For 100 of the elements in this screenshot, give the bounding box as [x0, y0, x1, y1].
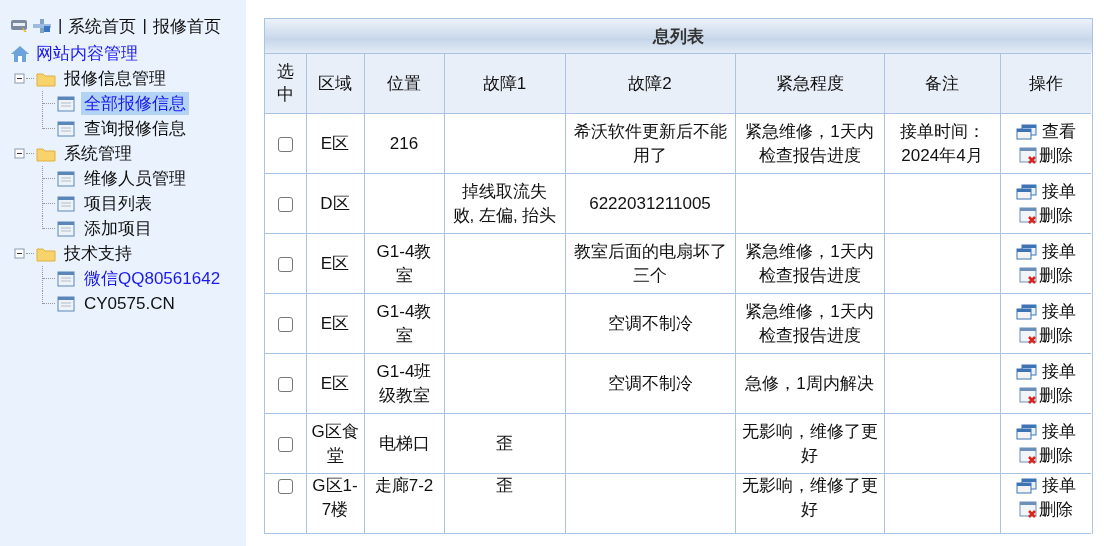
- fault-cell: 空调不制冷: [607, 373, 693, 393]
- fault-cell: 6222031211005: [589, 193, 711, 213]
- action-link[interactable]: 接单: [1000, 299, 1091, 324]
- location-cell: G1-4教室: [376, 241, 432, 285]
- tree-folder[interactable]: 报修信息管理: [64, 67, 166, 90]
- location-cell: 走廊7-2: [374, 476, 434, 495]
- area-cell: G区1-7楼: [312, 476, 358, 519]
- page-icon: [57, 195, 75, 212]
- area-cell: E区: [320, 373, 350, 393]
- delete-link[interactable]: 删除: [1000, 143, 1091, 168]
- delete-link[interactable]: 删除: [1000, 323, 1091, 348]
- delete-icon: [1018, 386, 1039, 405]
- tree-item[interactable]: 维修人员管理: [81, 167, 189, 190]
- column-header: 选中: [265, 53, 306, 114]
- folder-icon: [36, 145, 56, 162]
- area-cell: G区食堂: [311, 421, 359, 465]
- tree-folder[interactable]: 技术支持: [64, 242, 132, 265]
- windows-icon: [1015, 363, 1038, 380]
- fault-cell: 教室后面的电扇坏了三个: [573, 241, 727, 285]
- windows-icon: [1015, 303, 1038, 320]
- page-icon: [57, 170, 75, 187]
- table-title: 息列表: [653, 25, 704, 48]
- action-link[interactable]: 接单: [1000, 419, 1091, 444]
- folder-icon: [36, 70, 56, 87]
- windows-icon: [1015, 123, 1038, 140]
- column-header: 区域: [306, 53, 364, 114]
- row-checkbox[interactable]: [277, 436, 293, 452]
- collapse-icon[interactable]: [14, 247, 26, 260]
- column-header: 备注: [884, 53, 1000, 114]
- windows-icon: [1015, 478, 1038, 494]
- delete-icon: [1018, 206, 1039, 225]
- tree-item[interactable]: 全部报修信息: [81, 92, 189, 115]
- row-checkbox[interactable]: [277, 479, 293, 494]
- location-cell: 电梯口: [378, 433, 430, 453]
- row-checkbox[interactable]: [277, 316, 293, 332]
- row-checkbox[interactable]: [277, 196, 293, 212]
- area-cell: D区: [320, 193, 350, 213]
- tree-item[interactable]: CY0575.CN: [81, 292, 178, 315]
- urgency-cell: 紧急维修，1天内检查报告进度: [745, 301, 874, 345]
- column-header: 操作: [1000, 53, 1091, 114]
- fault-cell: 希沃软件更新后不能用了: [573, 121, 727, 165]
- action-link[interactable]: 接单: [1000, 359, 1091, 384]
- collapse-icon[interactable]: [14, 72, 26, 85]
- column-header: 故障1: [444, 53, 565, 114]
- location-cell: G1-4教室: [376, 301, 432, 345]
- row-checkbox[interactable]: [277, 136, 293, 152]
- fault-cell: 歪: [496, 476, 513, 495]
- delete-link[interactable]: 删除: [1000, 203, 1091, 228]
- fault-cell: 歪: [496, 433, 513, 453]
- fault-cell: 空调不制冷: [607, 313, 693, 333]
- printer-icon[interactable]: [10, 18, 28, 34]
- delete-icon: [1018, 326, 1039, 345]
- action-link[interactable]: 接单: [1000, 179, 1091, 204]
- action-link[interactable]: 接单: [1000, 474, 1091, 498]
- tree-item[interactable]: 微信QQ80561642: [81, 267, 224, 290]
- delete-link[interactable]: 删除: [1000, 383, 1091, 408]
- urgency-cell: 紧急维修，1天内检查报告进度: [745, 121, 874, 165]
- delete-icon: [1018, 501, 1039, 519]
- row-checkbox[interactable]: [277, 256, 293, 272]
- column-header: 位置: [364, 53, 444, 114]
- area-cell: E区: [320, 253, 350, 273]
- page-icon: [57, 95, 75, 112]
- area-cell: E区: [320, 133, 350, 153]
- separator: |: [58, 16, 63, 36]
- tree-root-link[interactable]: 网站内容管理: [36, 42, 138, 65]
- location-cell: 216: [389, 133, 419, 153]
- tree-item[interactable]: 项目列表: [81, 192, 155, 215]
- action-link[interactable]: 查看: [1000, 119, 1091, 144]
- urgency-cell: 无影响，维修了更好: [741, 421, 878, 465]
- tree-item[interactable]: 添加项目: [81, 217, 155, 240]
- page-icon: [57, 220, 75, 237]
- windows-icon: [1015, 243, 1038, 260]
- collapse-icon[interactable]: [14, 147, 26, 160]
- column-header: 故障2: [565, 53, 735, 114]
- tree-folder[interactable]: 系统管理: [64, 142, 132, 165]
- fault-cell: 掉线取流失败, 左偏, 抬头: [452, 181, 557, 225]
- tree-item[interactable]: 查询报修信息: [81, 117, 189, 140]
- windows-icon: [1015, 423, 1038, 440]
- urgency-cell: 紧急维修，1天内检查报告进度: [745, 241, 874, 285]
- separator: |: [142, 16, 147, 36]
- delete-icon: [1018, 446, 1039, 465]
- row-checkbox[interactable]: [277, 376, 293, 392]
- delete-link[interactable]: 删除: [1000, 263, 1091, 288]
- page-icon: [57, 270, 75, 287]
- area-cell: E区: [320, 313, 350, 333]
- page-icon: [57, 120, 75, 137]
- note-cell: 接单时间：2024年4月: [899, 121, 985, 165]
- urgency-cell: 无影响，维修了更好: [741, 476, 878, 519]
- nav-link[interactable]: 报修首页: [152, 14, 221, 38]
- network-icon[interactable]: [32, 18, 52, 34]
- delete-icon: [1018, 146, 1039, 165]
- delete-link[interactable]: 删除: [1000, 443, 1091, 468]
- folder-icon: [36, 245, 56, 262]
- home-icon[interactable]: [10, 44, 30, 63]
- delete-icon: [1018, 266, 1039, 285]
- column-header: 紧急程度: [735, 53, 884, 114]
- urgency-cell: 急修，1周内解决: [745, 373, 874, 393]
- nav-link[interactable]: 系统首页: [68, 14, 137, 38]
- action-link[interactable]: 接单: [1000, 239, 1091, 264]
- delete-link[interactable]: 删除: [1000, 498, 1091, 522]
